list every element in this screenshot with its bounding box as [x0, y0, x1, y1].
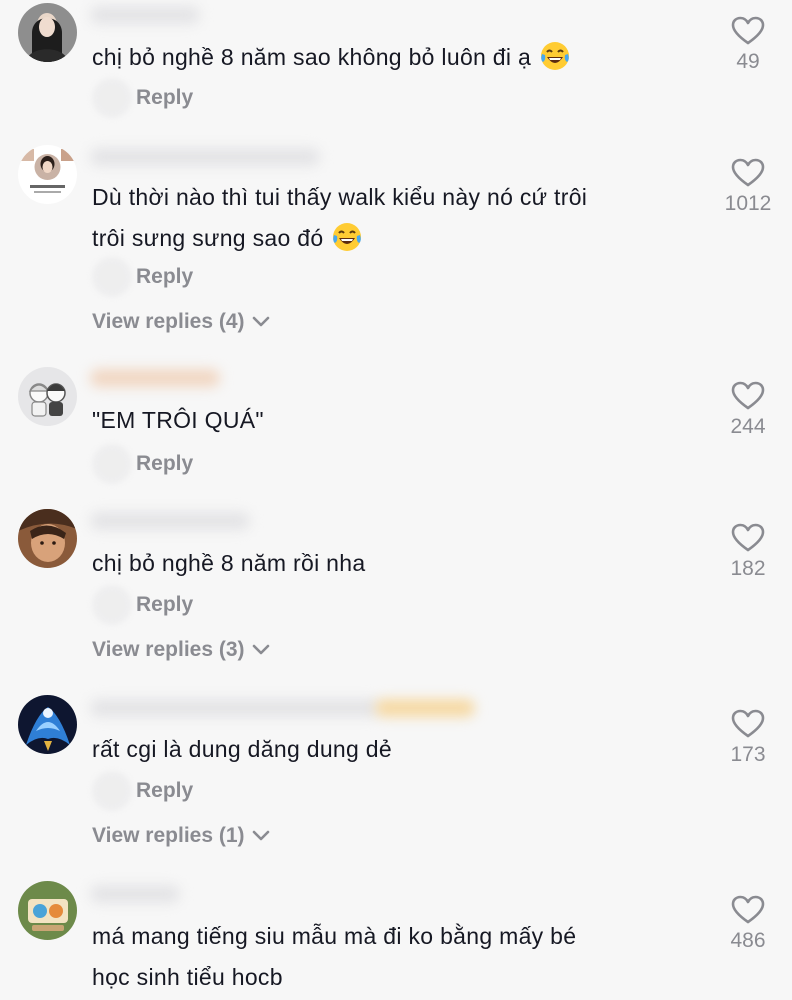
- like-button[interactable]: 1012: [722, 158, 774, 216]
- comment-text-content: trôi sưng sưng sao đó: [92, 225, 324, 251]
- laughing-tears-emoji: [333, 222, 362, 251]
- reply-button[interactable]: Reply: [136, 593, 193, 617]
- avatar[interactable]: [18, 881, 77, 940]
- like-count: 486: [730, 929, 766, 952]
- view-replies-label: View replies (1): [92, 824, 245, 847]
- reply-row: Reply: [92, 444, 292, 484]
- like-button[interactable]: 182: [722, 523, 774, 581]
- reply-row: Reply: [92, 257, 292, 297]
- like-count: 49: [736, 50, 760, 73]
- avatar[interactable]: [18, 367, 77, 426]
- comment-text-line-2: trôi sưng sưng sao đó: [92, 218, 692, 259]
- chevron-down-icon: [252, 830, 269, 841]
- like-button[interactable]: 49: [722, 16, 774, 74]
- comment-text-content: rất cgi là dung dăng dung dẻ: [92, 736, 392, 762]
- comment-text: Dù thời nào thì tui thấy walk kiểu này n…: [92, 177, 692, 259]
- like-count: 1012: [724, 192, 772, 215]
- heart-outline-icon: [731, 158, 765, 187]
- like-count: 173: [730, 743, 766, 766]
- like-button[interactable]: 173: [722, 709, 774, 767]
- reply-row: Reply: [92, 771, 292, 811]
- chevron-down-icon: [252, 644, 269, 655]
- reply-avatar-placeholder: [92, 257, 132, 297]
- heart-outline-icon: [731, 523, 765, 552]
- like-button[interactable]: 486: [722, 895, 774, 953]
- username-redacted: [90, 885, 180, 903]
- username-redacted: [90, 512, 250, 530]
- reply-button[interactable]: Reply: [136, 86, 193, 110]
- comment-text-line: Dù thời nào thì tui thấy walk kiểu này n…: [92, 184, 588, 210]
- comment-text: chị bỏ nghề 8 năm sao không bỏ luôn đi ạ: [92, 37, 692, 78]
- username-redacted: [90, 369, 220, 387]
- reply-avatar-placeholder: [92, 78, 132, 118]
- view-replies-label: View replies (4): [92, 310, 245, 333]
- reply-button[interactable]: Reply: [136, 779, 193, 803]
- reply-row: Reply: [92, 78, 292, 118]
- username-redacted: [90, 6, 200, 24]
- heart-outline-icon: [731, 895, 765, 924]
- comment-text-line: má mang tiếng siu mẫu mà đi ko bằng mấy …: [92, 923, 577, 949]
- like-count: 182: [730, 557, 766, 580]
- laughing-tears-emoji: [541, 41, 570, 70]
- avatar[interactable]: [18, 695, 77, 754]
- reply-row: Reply: [92, 585, 292, 625]
- comment-text-line-2: học sinh tiểu hocb: [92, 964, 283, 990]
- avatar[interactable]: [18, 3, 77, 62]
- reply-button[interactable]: Reply: [136, 265, 193, 289]
- comment-text: má mang tiếng siu mẫu mà đi ko bằng mấy …: [92, 916, 692, 998]
- username-redacted: [90, 148, 320, 166]
- view-replies-button[interactable]: View replies (3): [92, 638, 271, 662]
- reply-avatar-placeholder: [92, 585, 132, 625]
- like-count: 244: [730, 415, 766, 438]
- comment-text-content: chị bỏ nghề 8 năm sao không bỏ luôn đi ạ: [92, 44, 532, 70]
- heart-outline-icon: [731, 709, 765, 738]
- comment-text-content: "EM TRÔI QUÁ": [92, 407, 264, 433]
- username-redacted: [90, 699, 380, 717]
- username-redacted-emoji: [375, 699, 475, 717]
- comment-text: chị bỏ nghề 8 năm rồi nha: [92, 543, 692, 584]
- reply-avatar-placeholder: [92, 444, 132, 484]
- view-replies-label: View replies (3): [92, 638, 245, 661]
- avatar[interactable]: [18, 145, 77, 204]
- comment-text: "EM TRÔI QUÁ": [92, 400, 692, 441]
- view-replies-button[interactable]: View replies (4): [92, 310, 271, 334]
- comment-text-content: chị bỏ nghề 8 năm rồi nha: [92, 550, 366, 576]
- reply-avatar-placeholder: [92, 771, 132, 811]
- heart-outline-icon: [731, 16, 765, 45]
- comment-text: rất cgi là dung dăng dung dẻ: [92, 729, 692, 770]
- view-replies-button[interactable]: View replies (1): [92, 824, 271, 848]
- comment-feed: chị bỏ nghề 8 năm sao không bỏ luôn đi ạ…: [0, 0, 792, 1000]
- chevron-down-icon: [252, 316, 269, 327]
- like-button[interactable]: 244: [722, 381, 774, 439]
- reply-button[interactable]: Reply: [136, 452, 193, 476]
- heart-outline-icon: [731, 381, 765, 410]
- avatar[interactable]: [18, 509, 77, 568]
